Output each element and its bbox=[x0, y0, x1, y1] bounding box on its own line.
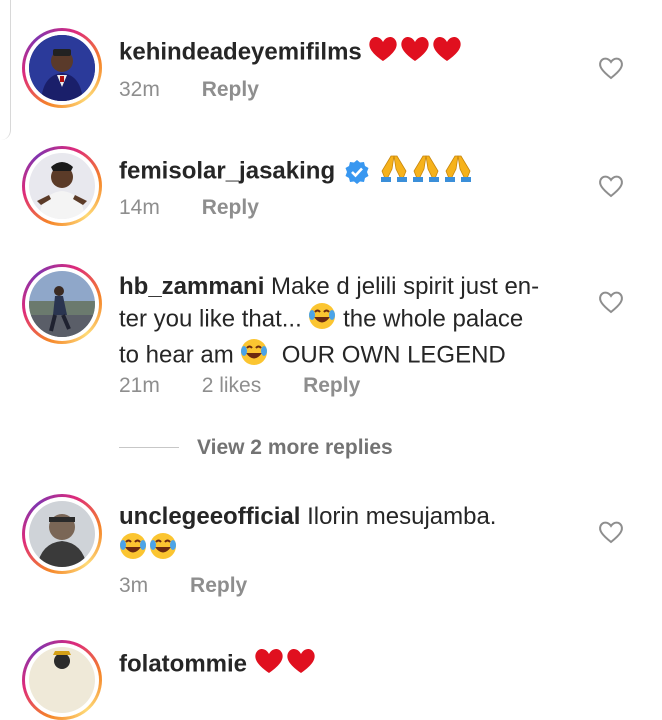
comment-time: 32m bbox=[119, 78, 160, 101]
comment-username[interactable]: hb_zammani bbox=[119, 273, 264, 300]
verified-badge-icon bbox=[345, 160, 369, 184]
like-heart-icon[interactable] bbox=[598, 56, 624, 80]
comment-text: hb_zammani Make d jelili spirit just en-… bbox=[119, 271, 570, 374]
comment-body-line: the whole palace bbox=[343, 305, 524, 333]
avatar[interactable] bbox=[22, 28, 102, 108]
reply-button[interactable]: Reply bbox=[202, 196, 259, 219]
comment-time: 21m bbox=[119, 374, 160, 397]
comment-body: Ilorin mesujamba. bbox=[307, 503, 497, 530]
avatar[interactable] bbox=[22, 494, 102, 574]
hearts-emoji bbox=[254, 647, 316, 683]
laughing-emoji bbox=[308, 302, 336, 338]
like-heart-icon[interactable] bbox=[598, 520, 624, 544]
comment-time: 14m bbox=[119, 196, 160, 219]
comment-username[interactable]: unclegeeofficial bbox=[119, 503, 300, 530]
avatar[interactable] bbox=[22, 264, 102, 344]
comment-username[interactable]: femisolar_jasaking bbox=[119, 157, 335, 184]
avatar[interactable] bbox=[22, 146, 102, 226]
view-more-replies-button[interactable]: View 2 more replies bbox=[197, 436, 393, 460]
avatar[interactable] bbox=[22, 640, 102, 720]
comment-username[interactable]: folatommie bbox=[119, 650, 247, 677]
laughing-emoji bbox=[119, 532, 179, 568]
comment-likes[interactable]: 2 likes bbox=[202, 374, 262, 397]
like-heart-icon[interactable] bbox=[598, 290, 624, 314]
like-heart-icon[interactable] bbox=[598, 174, 624, 198]
hearts-emoji bbox=[368, 35, 462, 71]
comment-body-line: ter you like that... bbox=[119, 305, 302, 333]
laughing-emoji bbox=[240, 338, 268, 374]
comment-body-line: OUR OWN LEGEND bbox=[281, 341, 506, 369]
praying-hands-emoji bbox=[378, 153, 474, 191]
replies-divider bbox=[119, 447, 179, 448]
left-edge-border bbox=[0, 0, 11, 140]
comment-time: 3m bbox=[119, 574, 149, 597]
reply-button[interactable]: Reply bbox=[202, 78, 259, 101]
comment-body-line: Make d jelili spirit just en- bbox=[271, 273, 540, 300]
reply-button[interactable]: Reply bbox=[303, 374, 360, 397]
reply-button[interactable]: Reply bbox=[190, 574, 247, 597]
comment-username[interactable]: kehindeadeyemifilms bbox=[119, 38, 362, 65]
comment-body-line: to hear am bbox=[119, 341, 234, 369]
